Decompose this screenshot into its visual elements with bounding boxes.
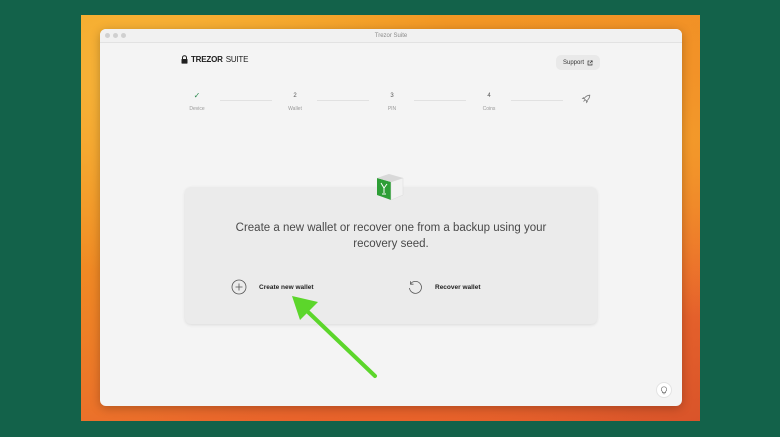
app-window: Trezor Suite TREZOR SUITE Support ✓ Devic… bbox=[100, 29, 682, 406]
support-button-label: Support bbox=[562, 59, 584, 66]
support-button[interactable]: Support bbox=[556, 55, 600, 70]
restore-icon bbox=[409, 280, 422, 294]
external-link-icon bbox=[587, 59, 593, 65]
plus-circle-icon bbox=[231, 279, 247, 295]
step-wallet: 2 Wallet bbox=[275, 91, 315, 112]
trezor-device-icon bbox=[377, 174, 404, 201]
close-window-button[interactable] bbox=[105, 33, 110, 38]
card-title: Create a new wallet or recover one from … bbox=[235, 222, 547, 250]
step-number: 4 bbox=[487, 93, 491, 99]
onboarding-stepper: ✓ Device 2 Wallet 3 PIN 4 Coins bbox=[100, 91, 682, 121]
minimize-window-button[interactable] bbox=[113, 33, 118, 38]
window-controls bbox=[105, 33, 126, 38]
logo-brand: TREZOR bbox=[191, 55, 223, 64]
step-pin: 3 PIN bbox=[372, 91, 412, 112]
rocket-icon bbox=[581, 94, 591, 104]
step-coins: 4 Coins bbox=[469, 91, 509, 112]
step-number: 2 bbox=[293, 93, 297, 99]
recover-wallet-option[interactable]: Recover wallet bbox=[407, 279, 481, 295]
step-device: ✓ Device bbox=[177, 91, 217, 112]
step-number: 3 bbox=[390, 93, 394, 99]
step-final bbox=[566, 91, 606, 109]
wallet-choice-card: Create a new wallet or recover one from … bbox=[185, 187, 597, 324]
step-label: Device bbox=[189, 106, 205, 112]
help-button[interactable] bbox=[656, 382, 672, 398]
lock-icon bbox=[181, 55, 188, 64]
window-title: Trezor Suite bbox=[374, 32, 408, 39]
create-new-wallet-option[interactable]: Create new wallet bbox=[231, 279, 314, 295]
step-label: Wallet bbox=[288, 106, 302, 112]
recover-wallet-label: Recover wallet bbox=[435, 283, 481, 291]
lightbulb-icon bbox=[660, 385, 668, 394]
step-label: PIN bbox=[387, 106, 397, 112]
trezor-logo: TREZOR SUITE bbox=[181, 55, 248, 64]
checkmark-icon: ✓ bbox=[193, 91, 201, 100]
maximize-window-button[interactable] bbox=[121, 33, 126, 38]
step-label: Coins bbox=[482, 106, 496, 112]
create-new-wallet-label: Create new wallet bbox=[259, 283, 314, 291]
logo-product: SUITE bbox=[225, 55, 249, 64]
title-bar: Trezor Suite bbox=[100, 29, 682, 43]
